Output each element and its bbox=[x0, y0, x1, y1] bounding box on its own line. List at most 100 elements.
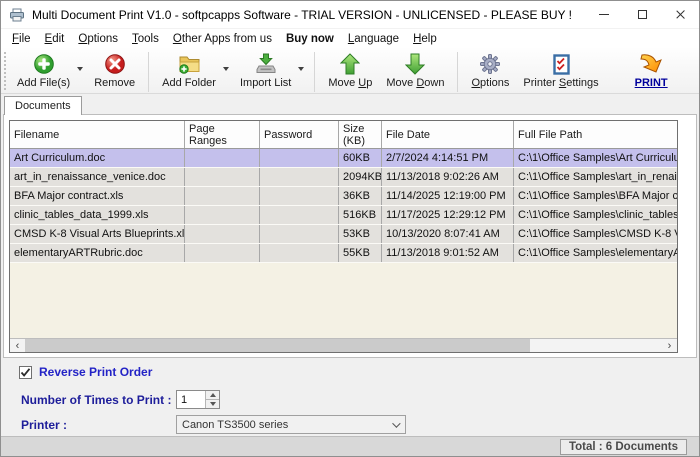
column-header-page-ranges[interactable]: PageRanges bbox=[185, 121, 260, 148]
reverse-print-order-label: Reverse Print Order bbox=[39, 365, 152, 379]
spin-down-button[interactable] bbox=[206, 400, 219, 408]
cell-filename: art_in_renaissance_venice.doc bbox=[10, 168, 185, 186]
menu-tools[interactable]: Tools bbox=[125, 31, 166, 47]
cell-size: 2094KB bbox=[339, 168, 382, 186]
import-list-icon bbox=[255, 52, 277, 76]
import-list-button[interactable]: Import List bbox=[233, 51, 298, 90]
minimize-button[interactable] bbox=[585, 1, 623, 28]
move-down-label: Move Down bbox=[386, 77, 444, 89]
reverse-print-order-checkbox[interactable] bbox=[19, 366, 32, 379]
cell-file-date: 10/13/2020 8:07:41 AM bbox=[382, 225, 514, 243]
copies-input[interactable] bbox=[177, 391, 205, 408]
window-title: Multi Document Print V1.0 - softpcapps S… bbox=[32, 8, 572, 22]
cell-filename: BFA Major contract.xls bbox=[10, 187, 185, 205]
cell-page-ranges bbox=[185, 149, 260, 167]
table-row[interactable]: art_in_renaissance_venice.doc 2094KB 11/… bbox=[10, 168, 677, 187]
move-down-icon bbox=[405, 52, 425, 76]
table-header-row: Filename PageRanges Password Size(KB) Fi… bbox=[10, 121, 677, 149]
cell-filename: CMSD K-8 Visual Arts Blueprints.xls bbox=[10, 225, 185, 243]
menu-edit[interactable]: Edit bbox=[38, 31, 72, 47]
app-window: Multi Document Print V1.0 - softpcapps S… bbox=[0, 0, 700, 457]
toolbar-separator bbox=[148, 52, 149, 92]
table-row[interactable]: BFA Major contract.xls 36KB 11/14/2025 1… bbox=[10, 187, 677, 206]
menu-file[interactable]: File bbox=[5, 31, 38, 47]
scroll-left-icon[interactable]: ‹ bbox=[10, 339, 25, 352]
scrollbar-track[interactable] bbox=[530, 339, 662, 352]
menu-bar: File Edit Options Tools Other Apps from … bbox=[1, 29, 699, 48]
remove-icon bbox=[104, 52, 126, 76]
copies-stepper bbox=[176, 390, 220, 409]
cell-page-ranges bbox=[185, 187, 260, 205]
move-up-icon bbox=[340, 52, 360, 76]
title-bar: Multi Document Print V1.0 - softpcapps S… bbox=[1, 1, 699, 29]
cell-password bbox=[260, 244, 339, 262]
total-documents-badge: Total : 6 Documents bbox=[560, 439, 687, 455]
cell-password bbox=[260, 168, 339, 186]
import-list-dropdown-icon[interactable] bbox=[298, 67, 304, 71]
cell-size: 55KB bbox=[339, 244, 382, 262]
add-folder-dropdown-icon[interactable] bbox=[223, 67, 229, 71]
add-folder-label: Add Folder bbox=[162, 77, 216, 89]
menu-language[interactable]: Language bbox=[341, 31, 406, 47]
add-file-icon bbox=[33, 52, 55, 76]
cell-size: 516KB bbox=[339, 206, 382, 224]
column-header-size[interactable]: Size(KB) bbox=[339, 121, 382, 148]
close-icon bbox=[675, 9, 686, 20]
horizontal-scrollbar[interactable]: ‹ › bbox=[10, 338, 677, 352]
maximize-button[interactable] bbox=[623, 1, 661, 28]
print-icon bbox=[639, 52, 663, 76]
tab-documents[interactable]: Documents bbox=[4, 96, 82, 115]
table-row[interactable]: CMSD K-8 Visual Arts Blueprints.xls 53KB… bbox=[10, 225, 677, 244]
cell-file-date: 11/13/2018 9:01:52 AM bbox=[382, 244, 514, 262]
scrollbar-thumb[interactable] bbox=[25, 339, 530, 352]
close-button[interactable] bbox=[661, 1, 699, 28]
add-folder-icon bbox=[177, 52, 202, 76]
cell-file-date: 11/14/2025 12:19:00 PM bbox=[382, 187, 514, 205]
print-button[interactable]: PRINT bbox=[628, 51, 675, 90]
table-row[interactable]: clinic_tables_data_1999.xls 516KB 11/17/… bbox=[10, 206, 677, 225]
printer-settings-icon bbox=[553, 52, 570, 76]
column-header-password[interactable]: Password bbox=[260, 121, 339, 148]
menu-options[interactable]: Options bbox=[71, 31, 125, 47]
cell-size: 60KB bbox=[339, 149, 382, 167]
chevron-down-icon bbox=[392, 419, 400, 427]
add-files-button[interactable]: Add File(s) bbox=[10, 51, 77, 90]
menu-buy-now[interactable]: Buy now bbox=[279, 31, 341, 47]
add-files-label: Add File(s) bbox=[17, 77, 70, 89]
tab-documents-label: Documents bbox=[15, 100, 71, 112]
printer-settings-button[interactable]: Printer Settings bbox=[516, 51, 605, 90]
remove-button[interactable]: Remove bbox=[87, 51, 142, 90]
cell-size: 53KB bbox=[339, 225, 382, 243]
cell-full-path: C:\1\Office Samples\CMSD K-8 Visual Arts… bbox=[514, 225, 678, 243]
cell-filename: Art Curriculum.doc bbox=[10, 149, 185, 167]
cell-full-path: C:\1\Office Samples\Art Curriculum.doc bbox=[514, 149, 678, 167]
options-button[interactable]: Options bbox=[464, 51, 516, 90]
column-header-file-date[interactable]: File Date bbox=[382, 121, 514, 148]
scroll-right-icon[interactable]: › bbox=[662, 339, 677, 352]
cell-password bbox=[260, 187, 339, 205]
cell-size: 36KB bbox=[339, 187, 382, 205]
add-files-dropdown-icon[interactable] bbox=[77, 67, 83, 71]
menu-help[interactable]: Help bbox=[406, 31, 444, 47]
spin-up-button[interactable] bbox=[206, 391, 219, 400]
toolbar-separator bbox=[457, 52, 458, 92]
table-row[interactable]: Art Curriculum.doc 60KB 2/7/2024 4:14:51… bbox=[10, 149, 677, 168]
print-label: PRINT bbox=[635, 77, 668, 89]
table-row[interactable]: elementaryARTRubric.doc 55KB 11/13/2018 … bbox=[10, 244, 677, 263]
cell-full-path: C:\1\Office Samples\art_in_renaissance_v… bbox=[514, 168, 678, 186]
maximize-icon bbox=[638, 10, 647, 19]
menu-other-apps[interactable]: Other Apps from us bbox=[166, 31, 279, 47]
spin-down-icon bbox=[210, 402, 216, 406]
printer-select[interactable]: Canon TS3500 series bbox=[176, 415, 406, 434]
column-header-full-path[interactable]: Full File Path bbox=[514, 121, 678, 148]
cell-file-date: 11/17/2025 12:29:12 PM bbox=[382, 206, 514, 224]
column-header-filename[interactable]: Filename bbox=[10, 121, 185, 148]
cell-page-ranges bbox=[185, 244, 260, 262]
add-folder-button[interactable]: Add Folder bbox=[155, 51, 223, 90]
options-label: Options bbox=[471, 77, 509, 89]
move-up-button[interactable]: Move Up bbox=[321, 51, 379, 90]
move-down-button[interactable]: Move Down bbox=[379, 51, 451, 90]
check-icon bbox=[20, 367, 31, 378]
cell-file-date: 2/7/2024 4:14:51 PM bbox=[382, 149, 514, 167]
minimize-icon bbox=[599, 14, 609, 15]
